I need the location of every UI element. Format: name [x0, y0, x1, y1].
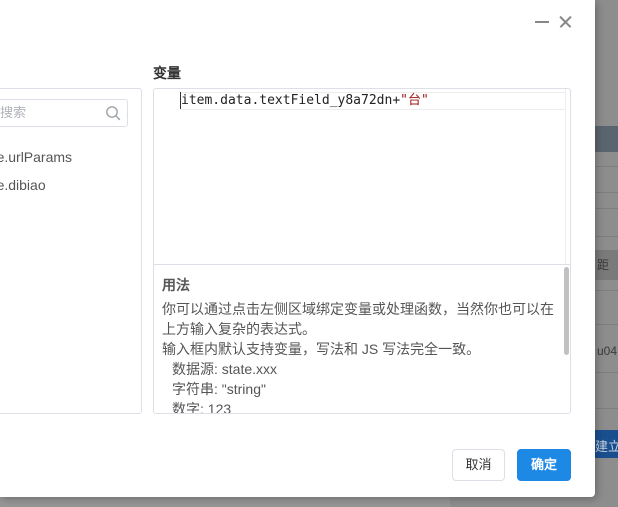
variables-section-title: 变量: [153, 65, 181, 81]
usage-example-line: 字符串: "string": [172, 381, 266, 397]
usage-text-line: 你可以通过点击左侧区域绑定变量或处理函数，当然你也可以在: [162, 301, 554, 317]
code-string-literal: "台": [400, 93, 429, 108]
variable-search-input[interactable]: [0, 105, 100, 120]
variable-binding-dialog: tate.urlParams tate.dibiao 变量 item.data.…: [0, 0, 595, 497]
usage-text-line: 上方输入复杂的表达式。: [162, 321, 316, 337]
expression-editor: item.data.textField_y8a72dn+"台" 用法 你可以通过…: [153, 88, 571, 414]
code-editor-scrollbar[interactable]: [565, 89, 570, 264]
background-text: u04: [597, 344, 618, 358]
variable-item-label: tate.urlParams: [0, 149, 73, 165]
variable-search-box: [0, 99, 128, 127]
variable-item-dibiao[interactable]: tate.dibiao: [0, 171, 141, 199]
background-button-label: 建立: [595, 439, 618, 454]
background-row-divider: [595, 324, 618, 325]
code-line-text: item.data.textField_y8a72dn+"台": [181, 92, 429, 110]
background-row-divider: [595, 372, 618, 373]
background-footer: [0, 497, 450, 507]
text-cursor: [180, 92, 181, 109]
background-row-divider: [595, 192, 618, 193]
variable-item-urlparams[interactable]: tate.urlParams: [0, 143, 141, 171]
background-header-bar: [595, 126, 618, 152]
search-icon[interactable]: [105, 105, 121, 121]
close-icon[interactable]: [557, 12, 573, 32]
usage-help-content: 用法 你可以通过点击左侧区域绑定变量或处理函数，当然你也可以在 上方输入复杂的表…: [162, 275, 562, 414]
confirm-button[interactable]: 确定: [517, 449, 571, 481]
code-editor-area[interactable]: item.data.textField_y8a72dn+"台": [154, 89, 570, 264]
background-row-divider: [595, 208, 618, 209]
minimize-icon[interactable]: [535, 12, 549, 32]
usage-example-line: 数字: 123: [172, 401, 232, 414]
background-row-divider: [595, 236, 618, 237]
usage-scrollbar-thumb[interactable]: [564, 267, 569, 355]
usage-example-line: 数据源: state.xxx: [172, 361, 278, 377]
usage-help-panel: 用法 你可以通过点击左侧区域绑定变量或处理函数，当然你也可以在 上方输入复杂的表…: [154, 265, 570, 414]
background-button: 建立: [595, 430, 618, 458]
background-text: 距: [597, 258, 610, 272]
background-row-divider: [595, 290, 618, 291]
variable-tree-panel: tate.urlParams tate.dibiao: [0, 88, 142, 414]
code-expression: item.data.textField_y8a72dn+: [181, 93, 401, 108]
dialog-header-actions: [535, 12, 573, 32]
background-row-divider: [595, 166, 618, 167]
variable-list: tate.urlParams tate.dibiao: [0, 143, 141, 199]
usage-title: 用法: [162, 277, 190, 293]
usage-text-line: 输入框内默认支持变量，写法和 JS 写法完全一致。: [162, 341, 481, 357]
variable-item-label: tate.dibiao: [0, 177, 46, 193]
background-row-divider: [595, 408, 618, 409]
cancel-button[interactable]: 取消: [452, 449, 505, 481]
